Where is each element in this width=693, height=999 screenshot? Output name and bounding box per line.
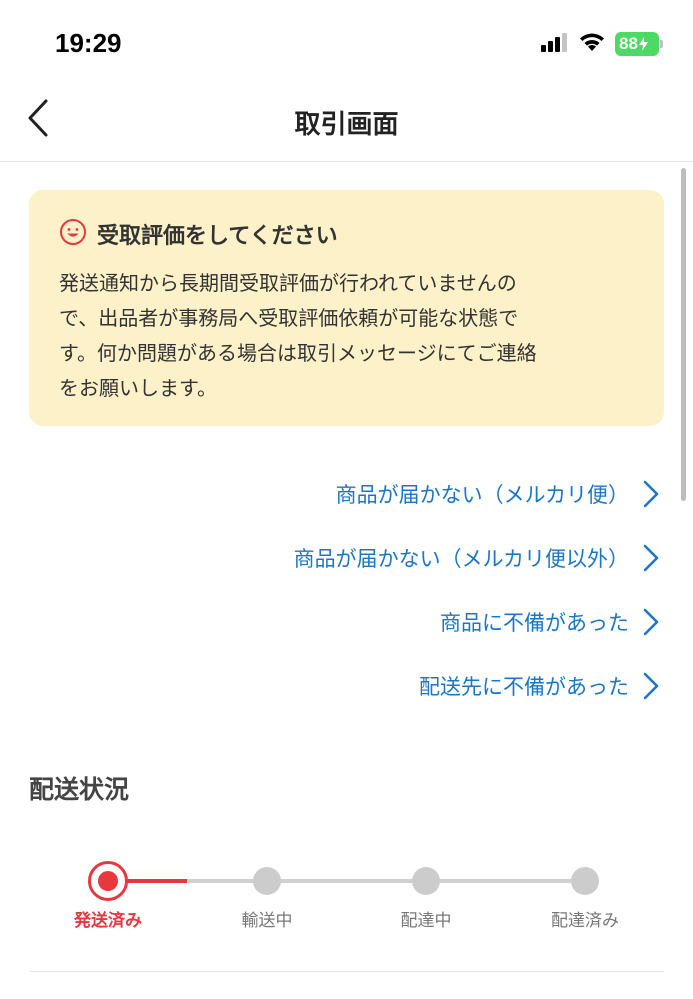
chevron-right-icon <box>643 672 659 700</box>
step-dot-shipped <box>88 861 128 901</box>
link-label: 商品に不備があった <box>440 611 629 635</box>
step-label-in-transit: 輸送中 <box>241 911 293 931</box>
signal-icon <box>541 32 569 56</box>
chevron-right-icon <box>643 480 659 508</box>
delivery-section-title: 配送状況 <box>29 775 130 804</box>
link-item-item-defect[interactable]: 商品に不備があった <box>19 590 659 654</box>
step-label-out-for-delivery: 配達中 <box>400 911 452 931</box>
status-icons: 88 <box>541 31 663 57</box>
chevron-right-icon <box>643 544 659 572</box>
status-time: 19:29 <box>55 28 122 58</box>
link-item-address-defect[interactable]: 配送先に不備があった <box>19 654 659 718</box>
notice-body: 発送通知から長期間受取評価が行われていませんの で、出品者が事務局へ受取評価依頼… <box>59 266 634 406</box>
chevron-right-icon <box>643 608 659 636</box>
notice-card: 受取評価をしてください 発送通知から長期間受取評価が行われていませんの で、出品… <box>29 190 664 426</box>
issue-link-list: 商品が届かない（メルカリ便） 商品が届かない（メルカリ便以外） 商品に不備があっ… <box>19 462 659 718</box>
link-label: 商品が届かない（メルカリ便以外） <box>293 547 629 571</box>
step-label-shipped: 発送済み <box>74 911 142 931</box>
link-label: 商品が届かない（メルカリ便） <box>335 483 629 507</box>
link-item-not-delivered-other[interactable]: 商品が届かない（メルカリ便以外） <box>19 526 659 590</box>
divider <box>29 971 664 972</box>
notice-line: 発送通知から長期間受取評価が行われていませんの <box>59 271 517 295</box>
battery-icon: 88 <box>615 32 663 56</box>
step-dot-out-for-delivery <box>412 867 440 895</box>
step-dot-in-transit <box>253 867 281 895</box>
page-title: 取引画面 <box>294 110 399 140</box>
nav-bar: 取引画面 <box>0 90 693 162</box>
link-label: 配送先に不備があった <box>419 675 629 699</box>
status-bar: 19:29 88 <box>0 0 693 90</box>
delivery-progress: 発送済み 輸送中 配達中 配達済み <box>29 860 664 940</box>
link-item-not-delivered-mercari[interactable]: 商品が届かない（メルカリ便） <box>19 462 659 526</box>
step-dot-delivered <box>571 867 599 895</box>
notice-header: 受取評価をしてください <box>59 218 634 250</box>
battery-level: 88 <box>619 34 638 53</box>
notice-title: 受取評価をしてください <box>97 224 338 249</box>
step-label-delivered: 配達済み <box>551 911 619 931</box>
smiley-face-icon <box>59 218 87 250</box>
notice-line: で、出品者が事務局へ受取評価依頼が可能な状態で <box>59 306 519 330</box>
notice-line: をお願いします。 <box>59 376 217 400</box>
wifi-icon <box>578 31 606 57</box>
scrollbar[interactable] <box>681 168 686 501</box>
notice-line: す。何か問題がある場合は取引メッセージにてご連絡 <box>59 341 537 365</box>
